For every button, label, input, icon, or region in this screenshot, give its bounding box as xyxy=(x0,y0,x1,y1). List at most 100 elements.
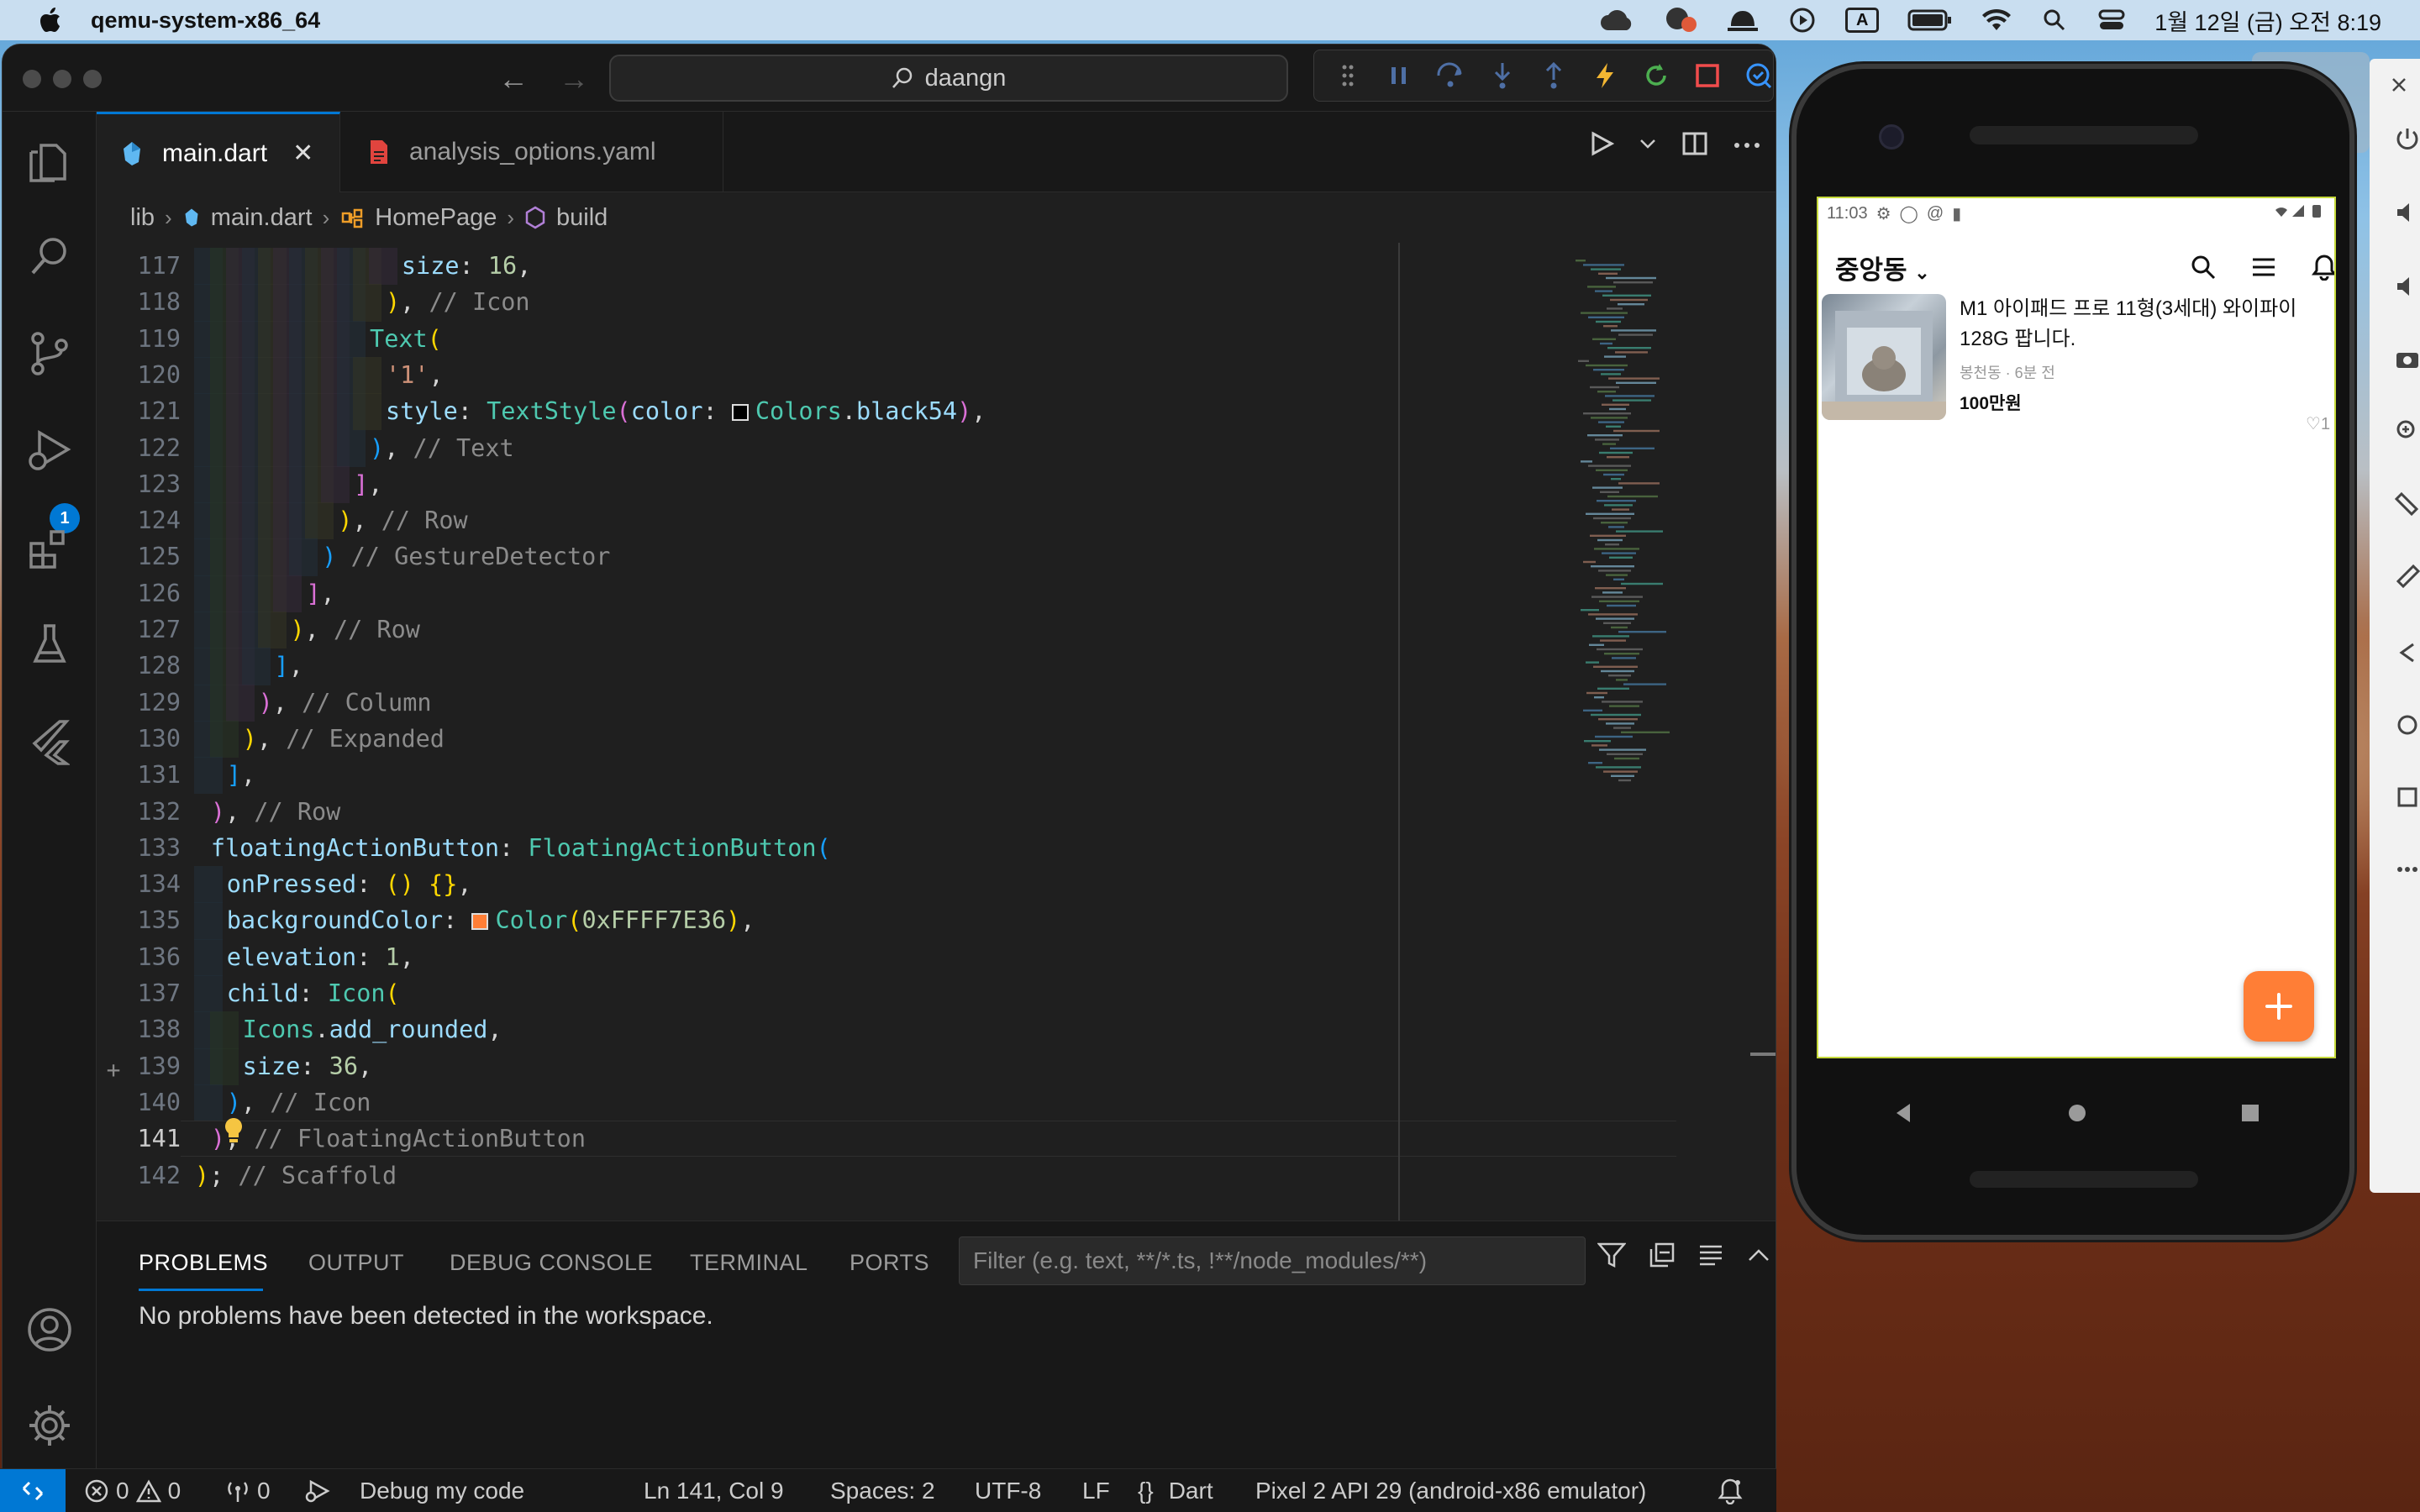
step-into-icon[interactable] xyxy=(1487,60,1517,92)
device-status[interactable]: Pixel 2 API 29 (android-x86 emulator) xyxy=(1255,1469,1646,1512)
split-editor-icon[interactable] xyxy=(1681,130,1708,161)
flutter-icon[interactable] xyxy=(23,715,76,769)
search-icon[interactable] xyxy=(23,229,76,283)
code-line[interactable]: floatingActionButton: FloatingActionButt… xyxy=(211,830,831,866)
code-line[interactable]: size: 36, xyxy=(243,1048,372,1084)
tab-debug-console[interactable]: DEBUG CONSOLE xyxy=(450,1250,653,1276)
code-line[interactable]: ), // FloatingActionButton xyxy=(211,1121,586,1157)
play-circle-icon[interactable] xyxy=(1788,6,1817,34)
chevron-down-icon[interactable] xyxy=(1639,138,1656,154)
close-emulator-icon[interactable] xyxy=(2385,71,2413,99)
testing-icon[interactable] xyxy=(23,617,76,671)
remote-indicator[interactable] xyxy=(0,1468,66,1512)
minimize-window-button[interactable] xyxy=(53,70,71,88)
chat-icon[interactable] xyxy=(1664,6,1697,34)
code-line[interactable]: ), // Row xyxy=(211,794,340,830)
code-line[interactable]: elevation: 1, xyxy=(227,939,414,975)
problems-filter-input[interactable]: Filter (e.g. text, **/*.ts, !**/node_mod… xyxy=(959,1236,1586,1285)
tab-problems[interactable]: PROBLEMS xyxy=(139,1250,268,1276)
extensions-icon[interactable] xyxy=(23,522,76,575)
code-line[interactable]: ], xyxy=(306,575,334,612)
indentation-status[interactable]: Spaces: 2 xyxy=(830,1469,935,1512)
add-product-fab[interactable] xyxy=(2244,971,2314,1042)
code-line[interactable]: Icons.add_rounded, xyxy=(243,1011,502,1047)
active-app-name[interactable]: qemu-system-x86_64 xyxy=(91,8,320,34)
run-file-icon[interactable] xyxy=(1589,130,1615,161)
code-line[interactable]: ) // GestureDetector xyxy=(322,538,610,575)
tab-output[interactable]: OUTPUT xyxy=(308,1250,404,1276)
code-line[interactable]: '1', xyxy=(386,357,444,393)
more-actions-icon[interactable] xyxy=(1733,139,1760,154)
command-center-search[interactable]: daangn xyxy=(609,55,1288,102)
minimap[interactable] xyxy=(1576,260,1693,948)
product-list-item[interactable]: M1 아이패드 프로 11형(3세대) 와이파이 128G 팝니다. 봉천동 ·… xyxy=(1818,294,2334,437)
filter-icon[interactable] xyxy=(1597,1242,1627,1273)
home-circle-icon[interactable] xyxy=(2067,1103,2087,1127)
menu-icon[interactable] xyxy=(2247,250,2281,284)
code-line[interactable]: ), // Icon xyxy=(227,1084,371,1121)
code-line[interactable]: Text( xyxy=(370,321,442,357)
restart-icon[interactable] xyxy=(1641,60,1670,92)
problems-status[interactable]: 0 0 xyxy=(84,1469,181,1512)
code-line[interactable]: backgroundColor: Color(0xFFFF7E36), xyxy=(227,902,755,938)
spotlight-search-icon[interactable] xyxy=(2040,6,2069,34)
menubar-clock[interactable]: 1월 12일 (금) 오전 8:19 xyxy=(2154,4,2381,37)
breadcrumb-item[interactable]: main.dart xyxy=(211,204,313,232)
hot-reload-icon[interactable] xyxy=(1590,60,1619,92)
debug-status[interactable]: Debug my code xyxy=(304,1469,524,1512)
zoom-icon[interactable] xyxy=(2393,417,2420,445)
run-debug-icon[interactable] xyxy=(23,424,76,478)
overview-square-icon[interactable] xyxy=(2241,1104,2260,1126)
volume-up-icon[interactable] xyxy=(2393,198,2420,227)
code-line[interactable]: size: 16, xyxy=(402,248,531,284)
more-options-icon[interactable] xyxy=(2393,855,2420,884)
code-line[interactable]: ), // Row xyxy=(338,502,467,538)
list-view-icon[interactable] xyxy=(1698,1243,1723,1271)
tab-ports[interactable]: PORTS xyxy=(850,1250,929,1276)
stop-icon[interactable] xyxy=(1692,60,1722,92)
code-line[interactable]: ], xyxy=(354,466,382,502)
back-triangle-icon[interactable] xyxy=(1893,1102,1913,1128)
source-control-icon[interactable] xyxy=(23,327,76,381)
step-out-icon[interactable] xyxy=(1539,60,1568,92)
devtools-search-icon[interactable] xyxy=(1744,60,1773,92)
breadcrumb-item[interactable]: build xyxy=(556,204,608,232)
folding-plus-icon[interactable]: + xyxy=(97,1056,130,1084)
volume-down-icon[interactable] xyxy=(2393,272,2420,301)
tab-main-dart[interactable]: main.dart ✕ xyxy=(97,112,340,192)
code-editor[interactable]: 117 118 119 120 121 122 123 124 125 126 127 128 129 1… xyxy=(97,243,1776,1221)
ports-status[interactable]: 0 xyxy=(225,1469,271,1512)
lightbulb-icon[interactable] xyxy=(223,1116,245,1151)
forward-arrow-icon[interactable]: → xyxy=(559,61,589,97)
rotate-left-icon[interactable] xyxy=(2393,489,2420,517)
rotate-right-icon[interactable] xyxy=(2393,561,2420,590)
wifi-icon[interactable] xyxy=(1981,6,2012,34)
tab-analysis-options[interactable]: analysis_options.yaml xyxy=(340,112,723,192)
home-icon[interactable] xyxy=(2393,711,2420,739)
eol-status[interactable]: LF xyxy=(1082,1469,1110,1512)
code-line[interactable]: ), // Text xyxy=(370,430,514,466)
chevron-up-icon[interactable] xyxy=(1747,1247,1770,1268)
control-center-icon[interactable] xyxy=(2097,6,2126,34)
back-arrow-icon[interactable]: ← xyxy=(498,61,529,97)
camera-icon[interactable] xyxy=(2393,344,2420,373)
code-line[interactable]: onPressed: () {}, xyxy=(227,866,472,902)
overview-icon[interactable] xyxy=(2393,783,2420,811)
search-icon[interactable] xyxy=(2186,250,2220,284)
language-status[interactable]: {} Dart xyxy=(1138,1469,1213,1512)
input-source-icon[interactable]: A xyxy=(1845,6,1880,34)
collapse-all-icon[interactable] xyxy=(1649,1242,1675,1272)
close-tab-icon[interactable]: ✕ xyxy=(292,139,313,168)
hat-icon[interactable] xyxy=(1726,6,1760,34)
code-line[interactable]: ), // Row xyxy=(290,612,419,648)
back-icon[interactable] xyxy=(2393,638,2420,667)
settings-gear-icon[interactable] xyxy=(23,1399,76,1452)
tab-terminal[interactable]: TERMINAL xyxy=(690,1250,808,1276)
code-line[interactable]: ), // Icon xyxy=(386,284,530,320)
explorer-icon[interactable] xyxy=(23,134,76,187)
code-line[interactable]: style: TextStyle(color: Colors.black54), xyxy=(386,393,986,429)
encoding-status[interactable]: UTF-8 xyxy=(975,1469,1041,1512)
code-line[interactable]: ), // Column xyxy=(259,685,432,721)
code-line[interactable]: ), // Expanded xyxy=(243,721,445,757)
breadcrumb-item[interactable]: HomePage xyxy=(375,204,497,232)
